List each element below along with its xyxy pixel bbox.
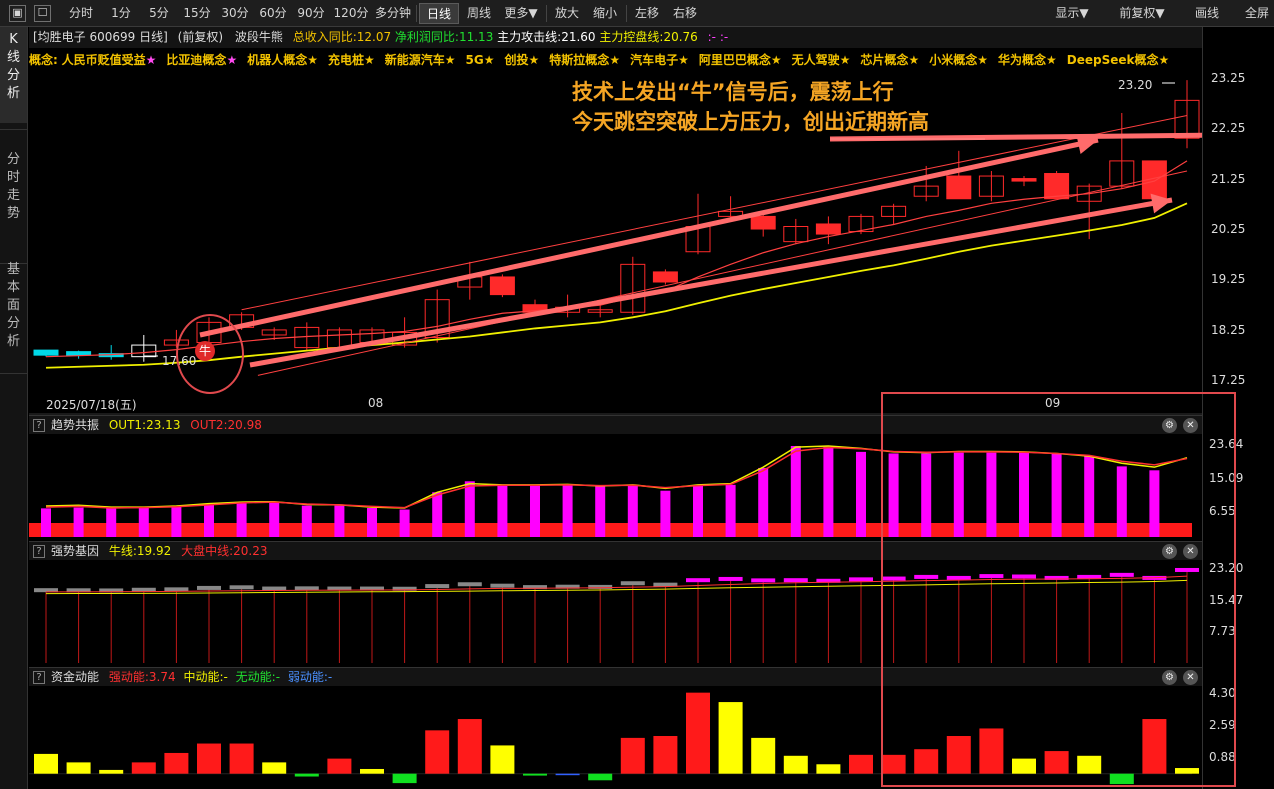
trend-bar — [758, 467, 769, 537]
capital-bar — [229, 743, 254, 774]
price-tick: 17.25 — [1211, 373, 1246, 388]
capital-bar — [490, 745, 515, 774]
capital-bar — [34, 753, 58, 774]
lower-channel-line — [257, 170, 1188, 376]
trend-bar — [464, 481, 475, 537]
capital-bar — [327, 758, 352, 774]
capital-bar — [131, 762, 156, 774]
capital-bar — [164, 752, 189, 774]
trend-bar — [399, 509, 410, 537]
strength-cap — [751, 578, 776, 583]
candle-body — [489, 276, 515, 296]
candle-body — [1011, 178, 1037, 182]
trend-bar — [301, 505, 312, 537]
trend-bar — [790, 445, 801, 537]
price-tick: 21.25 — [1211, 171, 1246, 186]
strength-cap — [425, 584, 450, 589]
trend-bar — [856, 451, 866, 537]
trend-bar — [106, 507, 117, 537]
trend-bar — [73, 507, 84, 537]
capital-bar — [360, 768, 384, 774]
trend-bar — [497, 486, 508, 537]
capital-bar — [262, 762, 287, 774]
signal-highlight-circle — [176, 314, 244, 394]
capital-bar — [523, 773, 547, 776]
strength-cap — [294, 586, 319, 591]
price-tick: 18.25 — [1211, 322, 1246, 337]
candle-body — [33, 349, 59, 356]
high-price-label: 23.20 — [1118, 78, 1153, 92]
trend-bar — [269, 502, 280, 537]
trend-bar — [562, 484, 573, 537]
month-08-label: 08 — [368, 396, 384, 410]
capital-bar — [425, 730, 450, 774]
trend-bar — [530, 485, 540, 537]
trend-bar — [725, 484, 736, 537]
capital-bar — [718, 702, 743, 774]
trend-bar — [595, 485, 606, 537]
trend-bar — [138, 507, 149, 537]
capital-bar — [783, 755, 808, 774]
price-tick: 20.25 — [1211, 222, 1246, 237]
strength-cap — [620, 581, 645, 586]
price-tick: 22.25 — [1211, 121, 1246, 136]
strength-cap — [229, 585, 254, 590]
strength-cap — [164, 587, 189, 592]
capital-bar — [457, 719, 482, 774]
candle-body — [946, 175, 972, 200]
capital-bar — [620, 737, 645, 774]
capital-bar — [588, 773, 613, 781]
candle-body — [750, 215, 776, 230]
capital-bar — [555, 773, 580, 776]
annotation-line1: 技术上发出“牛”信号后，震荡上行 — [572, 80, 894, 104]
candle-body — [815, 223, 841, 235]
capital-bar — [686, 692, 710, 774]
trend-bar — [171, 506, 182, 537]
trend-bar — [236, 503, 247, 537]
candle-body — [652, 271, 678, 283]
capital-bar — [66, 762, 91, 774]
recent-highlight-box — [881, 392, 1236, 787]
trend-bar — [334, 505, 345, 537]
trend-bar — [823, 446, 834, 537]
strength-cap — [718, 576, 743, 581]
capital-bar — [392, 773, 417, 784]
trend-bar — [660, 490, 671, 537]
capital-bar — [99, 769, 124, 774]
strength-cap — [783, 578, 808, 583]
capital-bar — [816, 764, 841, 774]
candle-body — [1044, 173, 1070, 200]
capital-bar — [849, 754, 873, 774]
view-option-button[interactable]: 全屏 — [1239, 3, 1274, 24]
strength-cap — [849, 577, 873, 582]
price-tick: 23.25 — [1211, 70, 1246, 85]
trend-bar — [432, 492, 443, 537]
annotation-line2: 今天跳空突破上方压力，创出近期新高 — [572, 110, 929, 134]
candle-body — [66, 351, 92, 356]
trend-bar — [204, 504, 214, 537]
trend-bar — [367, 507, 377, 537]
capital-bar — [294, 773, 319, 777]
strength-cap — [457, 582, 482, 587]
trend-bar — [41, 508, 51, 537]
capital-bar — [197, 743, 221, 774]
trend-bar — [693, 485, 703, 537]
start-date-label: 2025/07/18(五) — [46, 398, 137, 412]
strength-cap — [490, 583, 515, 588]
capital-bar — [751, 737, 776, 774]
trend-bar — [627, 485, 638, 537]
price-tick: 19.25 — [1211, 272, 1246, 287]
strength-cap — [686, 578, 710, 583]
capital-bar — [653, 736, 678, 774]
strength-cap — [197, 585, 221, 590]
